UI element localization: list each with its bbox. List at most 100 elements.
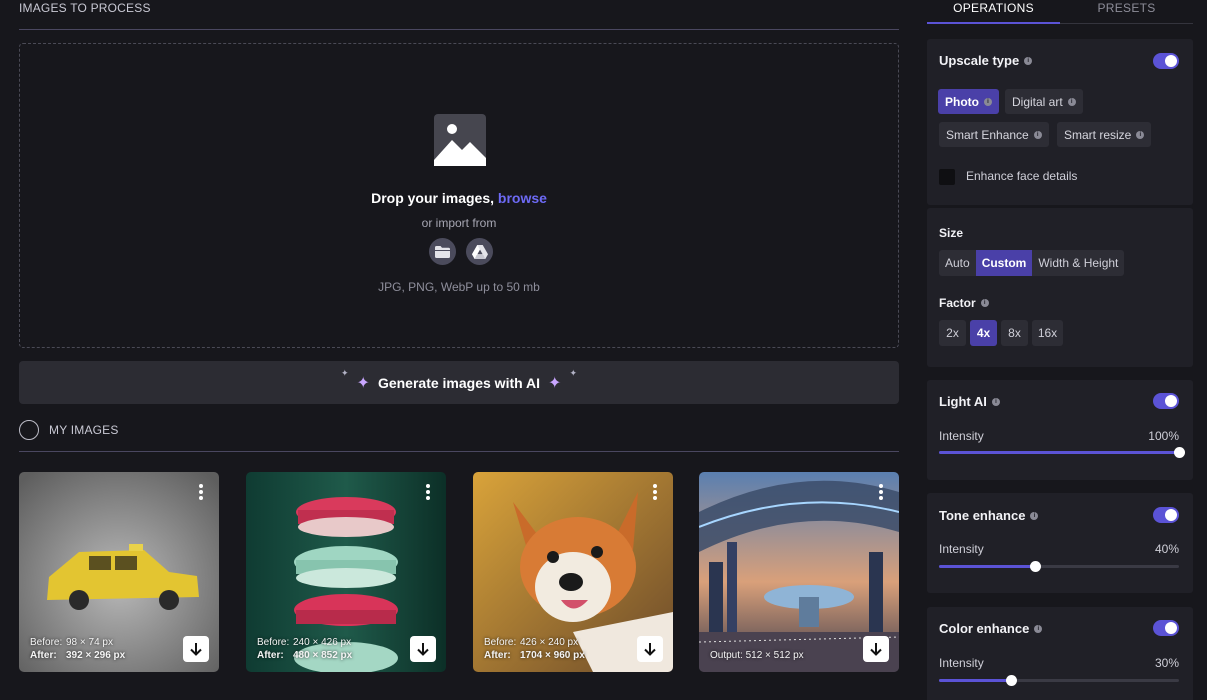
image-card-corgi[interactable]: Before: 426 × 240 px After: 1704 × 960 px: [473, 472, 673, 672]
enhance-face-label: Enhance face details: [966, 169, 1078, 183]
tab-presets[interactable]: PRESETS: [1060, 1, 1193, 24]
divider: [19, 451, 899, 452]
size-option-width-height[interactable]: Width & Height: [1032, 250, 1124, 276]
color-enhance-title: Color enhance i: [939, 621, 1043, 636]
generate-images-ai-button[interactable]: ✦ ✦ Generate images with AI ✦ ✦: [19, 361, 899, 404]
images-to-process-pane: IMAGES TO PROCESS Drop your images, brow…: [19, 0, 899, 700]
color-enhance-intensity-slider[interactable]: [939, 675, 1179, 686]
info-icon[interactable]: i: [1024, 56, 1033, 65]
image-card-car[interactable]: Before: 98 × 74 px After: 392 × 296 px: [19, 472, 219, 672]
more-vertical-icon[interactable]: [199, 484, 203, 500]
settings-tabs: OPERATIONS PRESETS: [927, 0, 1193, 24]
tone-enhance-toggle[interactable]: [1153, 507, 1179, 523]
download-icon: [190, 643, 202, 656]
intensity-label: Intensity: [939, 656, 984, 670]
download-button[interactable]: [637, 636, 663, 662]
drop-text: Drop your images, browse: [20, 190, 898, 206]
color-enhance-panel: Color enhance i Intensity 30%: [927, 607, 1193, 700]
size-title: Size: [939, 226, 964, 240]
download-icon: [644, 643, 656, 656]
image-dimensions: Output: 512 × 512 px: [710, 650, 804, 661]
image-card-futuristic-city[interactable]: Output: 512 × 512 px: [699, 472, 899, 672]
size-mode-selector: Auto Custom Width & Height: [939, 250, 1125, 276]
more-vertical-icon[interactable]: [653, 484, 657, 500]
sparkle-icon: ✦: [569, 368, 577, 378]
info-icon[interactable]: i: [991, 397, 1000, 406]
intensity-label: Intensity: [939, 429, 984, 443]
factor-16x[interactable]: 16x: [1032, 320, 1063, 346]
image-dimensions: Before: 426 × 240 px After: 1704 × 960 px: [484, 637, 585, 661]
sparkle-icon: ✦: [341, 368, 349, 378]
factor-title: Factor i: [939, 296, 989, 310]
intensity-label: Intensity: [939, 542, 984, 556]
image-dimensions: Before: 98 × 74 px After: 392 × 296 px: [30, 637, 126, 661]
upscale-type-panel: Upscale type i Photo i Digital art i Smart…: [927, 39, 1193, 205]
info-icon[interactable]: i: [1034, 624, 1043, 633]
image-card-macarons[interactable]: Before: 240 × 426 px After: 480 × 852 px: [246, 472, 446, 672]
light-ai-panel: Light AI i Intensity 100%: [927, 380, 1193, 480]
browse-link[interactable]: browse: [498, 190, 547, 206]
my-images-header: MY IMAGES: [19, 420, 119, 440]
light-ai-toggle[interactable]: [1153, 393, 1179, 409]
generate-images-label: Generate images with AI: [377, 374, 541, 391]
slider-handle[interactable]: [1174, 447, 1185, 458]
import-folder-button[interactable]: [429, 238, 456, 265]
size-option-auto[interactable]: Auto: [939, 250, 976, 276]
tone-enhance-title: Tone enhance i: [939, 508, 1039, 523]
import-from-label: or import from: [421, 216, 497, 230]
tone-enhance-panel: Tone enhance i Intensity 40%: [927, 493, 1193, 593]
supported-formats: JPG, PNG, WebP up to 50 mb: [378, 280, 540, 294]
upscale-type-toggle[interactable]: [1153, 53, 1179, 69]
light-ai-intensity-slider[interactable]: [939, 447, 1185, 458]
sparkle-icon: ✦: [356, 374, 370, 392]
size-panel: Size Auto Custom Width & Height Factor i…: [927, 208, 1193, 367]
tone-enhance-intensity-slider[interactable]: [939, 561, 1179, 572]
image-dropzone[interactable]: Drop your images, browse or import from …: [19, 43, 899, 348]
size-option-custom[interactable]: Custom: [975, 250, 1033, 276]
select-all-checkbox[interactable]: [19, 420, 39, 440]
slider-handle[interactable]: [1006, 675, 1017, 686]
more-vertical-icon[interactable]: [426, 484, 430, 500]
info-icon: i: [984, 97, 992, 106]
divider: [19, 29, 899, 30]
factor-8x[interactable]: 8x: [1001, 320, 1028, 346]
intensity-value: 40%: [1154, 542, 1179, 556]
download-icon: [870, 643, 882, 656]
slider-fill: [939, 565, 1035, 568]
info-icon[interactable]: i: [980, 299, 989, 307]
folder-icon: [435, 245, 450, 258]
upscale-type-photo[interactable]: Photo i: [938, 89, 999, 114]
import-google-drive-button[interactable]: [466, 238, 493, 265]
download-icon: [417, 643, 429, 656]
upscale-type-digital-art[interactable]: Digital art i: [1005, 89, 1083, 114]
info-icon: i: [1067, 97, 1076, 106]
tab-operations[interactable]: OPERATIONS: [927, 1, 1060, 24]
intensity-value: 100%: [1148, 429, 1179, 443]
factor-2x[interactable]: 2x: [939, 320, 966, 346]
google-drive-icon: [471, 244, 488, 259]
download-button[interactable]: [863, 636, 889, 662]
intensity-value: 30%: [1154, 656, 1179, 670]
slider-fill: [939, 451, 1179, 454]
drop-images-label: Drop your images,: [371, 190, 494, 206]
images-to-process-title: IMAGES TO PROCESS: [19, 1, 151, 15]
light-ai-title: Light AI i: [939, 394, 1000, 409]
download-button[interactable]: [410, 636, 436, 662]
download-button[interactable]: [183, 636, 209, 662]
slider-handle[interactable]: [1030, 561, 1041, 572]
info-icon[interactable]: i: [1030, 511, 1039, 520]
info-icon: i: [1033, 130, 1042, 139]
more-vertical-icon[interactable]: [879, 484, 883, 500]
my-images-title: MY IMAGES: [49, 423, 119, 437]
upscale-type-smart-resize[interactable]: Smart resize i: [1057, 122, 1152, 147]
upscale-type-smart-enhance[interactable]: Smart Enhance i: [939, 122, 1049, 147]
enhance-face-checkbox[interactable]: [939, 169, 955, 185]
import-sources: [429, 238, 493, 265]
slider-fill: [939, 679, 1011, 682]
info-icon: i: [1136, 130, 1145, 139]
color-enhance-toggle[interactable]: [1153, 620, 1179, 636]
settings-pane: OPERATIONS PRESETS Upscale type i Photo i…: [927, 0, 1193, 700]
image-icon: [434, 114, 486, 166]
upscale-type-title: Upscale type i: [939, 53, 1033, 68]
factor-4x[interactable]: 4x: [970, 320, 997, 346]
